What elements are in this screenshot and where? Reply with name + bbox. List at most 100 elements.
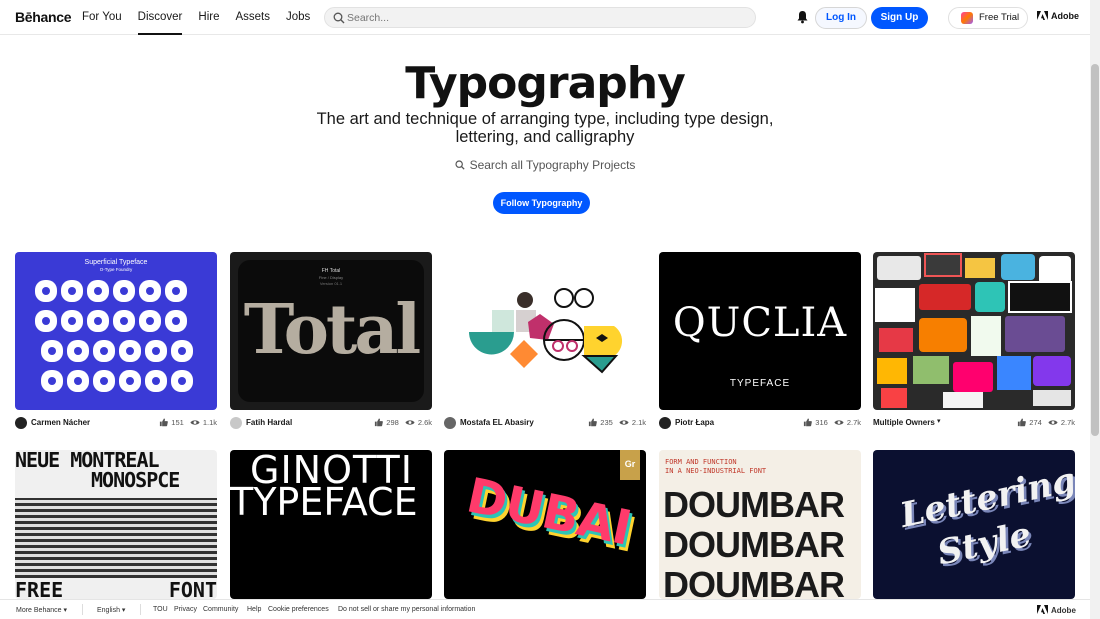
thumb-word-repeat: DOUMBAR (663, 524, 845, 565)
language-label: English (97, 607, 120, 614)
owner-name[interactable]: Multiple Owners (873, 418, 935, 427)
thumb-word-repeat: DOUMBAR (663, 564, 845, 600)
like-count: 151 (171, 418, 184, 427)
project-stats: 316 2.7k (803, 418, 861, 427)
adobe-logo-icon (1037, 11, 1048, 20)
like-count: 274 (1029, 418, 1042, 427)
login-button[interactable]: Log In (815, 7, 867, 29)
project-stats: 274 2.7k (1017, 418, 1075, 427)
badge-label: Gr (624, 459, 636, 469)
avatar[interactable] (659, 417, 671, 429)
project-stats: 151 1.1k (159, 418, 217, 427)
project-thumbnail[interactable]: GINOTTI TYPEFACE (230, 450, 432, 599)
thumb-title: FH Total (321, 268, 341, 274)
badge-gr: Gr (620, 450, 640, 480)
eye-icon (619, 420, 629, 425)
eye-icon (1048, 420, 1058, 425)
notification-bell-icon[interactable] (796, 10, 809, 24)
search-typography-label: Search all Typography Projects (469, 158, 636, 172)
like-count: 298 (386, 418, 399, 427)
thumb-word-3: FREE (15, 578, 64, 599)
page-scrollbar[interactable] (1090, 0, 1100, 619)
project-thumbnail[interactable] (444, 252, 646, 410)
nav-assets[interactable]: Assets (235, 0, 270, 35)
footer-link-cookie-preferences[interactable]: Cookie preferences (268, 606, 329, 613)
owner-name[interactable]: Carmen Nácher (31, 418, 90, 427)
thumb-word-2: MONOSPCE (91, 468, 180, 492)
avatar[interactable] (444, 417, 456, 429)
owner-name[interactable]: Mostafa EL Abasiry (460, 418, 534, 427)
project-thumbnail[interactable]: Superficial Typeface O-Type Foundry (15, 252, 217, 410)
project-thumbnail[interactable]: NEUE MONTREAL MONOSPCE FREE FONT (15, 450, 217, 599)
project-meta: Mostafa EL Abasiry 235 2.1k (444, 416, 646, 430)
thumb-subtitle-2: Version 01.1 (319, 281, 343, 286)
thumb-subtitle: O-Type Foundry (99, 267, 133, 272)
thumb-word: DOUMBAR (663, 484, 845, 525)
more-behance-label: More Behance (16, 607, 62, 614)
search-icon (454, 160, 465, 170)
adobe-label: Adobe (1051, 11, 1079, 21)
behance-logo[interactable]: Bēhance (15, 9, 72, 25)
scrollbar-thumb[interactable] (1091, 64, 1099, 436)
view-count: 2.7k (1060, 418, 1075, 427)
project-thumbnail[interactable]: Lettering Style (873, 450, 1075, 599)
thumb-title: Superficial Typeface (84, 259, 148, 266)
footer-link-community[interactable]: Community (203, 606, 238, 613)
footer-link-privacy[interactable]: Privacy (174, 606, 197, 613)
project-thumbnail[interactable] (873, 252, 1075, 410)
footer: More Behance ▾ English ▾ TOU Privacy Com… (0, 599, 1090, 619)
top-navigation-bar: Bēhance For You Discover Hire Assets Job… (0, 0, 1090, 35)
chevron-down-icon[interactable]: ▾ (937, 417, 941, 425)
footer-link-help[interactable]: Help (247, 606, 261, 613)
sticker-collage-artwork (875, 253, 1072, 408)
avatar[interactable] (15, 417, 27, 429)
project-thumbnail[interactable]: FH Total Fine / Display Version 01.1 Tot… (230, 252, 432, 410)
more-behance-menu[interactable]: More Behance ▾ (16, 606, 67, 614)
footer-adobe-link[interactable]: Adobe (1037, 605, 1076, 615)
thumbs-up-icon (1018, 418, 1027, 427)
owner-name[interactable]: Piotr Łapa (675, 418, 714, 427)
footer-adobe-label: Adobe (1051, 606, 1076, 615)
view-count: 1.1k (202, 418, 217, 427)
thumbs-up-icon (375, 418, 384, 427)
thumb-word-2: TYPEFACE (230, 480, 418, 524)
search-input[interactable] (347, 10, 747, 26)
project-meta: Fatih Hardal 298 2.6k (230, 416, 432, 430)
view-count: 2.6k (417, 418, 432, 427)
search-typography-link[interactable]: Search all Typography Projects (0, 158, 1090, 172)
adobe-link[interactable]: Adobe (1037, 11, 1079, 21)
search-icon (333, 12, 345, 24)
eye-icon (834, 420, 844, 425)
nav-discover[interactable]: Discover (137, 0, 183, 35)
nav-jobs[interactable]: Jobs (286, 0, 310, 35)
thumb-subtitle-2: IN A NEO-INDUSTRIAL FONT (665, 467, 767, 475)
thumbs-up-icon (804, 418, 813, 427)
thumb-subtitle: Fine / Display (318, 275, 344, 280)
free-trial-label: Free Trial (979, 12, 1020, 23)
view-count: 2.1k (631, 418, 646, 427)
thumb-word: DUBAI (461, 467, 636, 557)
footer-link-do-not-sell[interactable]: Do not sell or share my personal informa… (338, 606, 475, 613)
footer-link-tou[interactable]: TOU (153, 606, 168, 613)
project-meta: Multiple Owners ▾ 274 2.7k (873, 416, 1075, 430)
free-trial-button[interactable]: Free Trial (948, 7, 1028, 29)
bubble-letters-artwork (35, 280, 193, 392)
signup-button[interactable]: Sign Up (871, 7, 928, 29)
adobe-logo-icon (1037, 605, 1048, 614)
language-selector[interactable]: English ▾ (97, 606, 125, 614)
avatar[interactable] (230, 417, 242, 429)
nav-hire[interactable]: Hire (198, 0, 219, 35)
follow-typography-button[interactable]: Follow Typography (493, 192, 590, 214)
project-thumbnail[interactable]: Gr DUBAI (444, 450, 646, 599)
project-thumbnail[interactable]: QUCLIA TYPEFACE (659, 252, 861, 410)
project-stats: 298 2.6k (374, 418, 432, 427)
search-bar[interactable] (324, 7, 756, 28)
thumbs-up-icon (160, 418, 169, 427)
owner-name[interactable]: Fatih Hardal (246, 418, 292, 427)
project-meta: Piotr Łapa 316 2.7k (659, 416, 861, 430)
geometric-shapes-artwork (469, 288, 623, 374)
nav-for-you[interactable]: For You (82, 0, 122, 35)
thumb-word: NEUE MONTREAL (15, 450, 160, 472)
project-thumbnail[interactable]: FORM AND FUNCTION IN A NEO-INDUSTRIAL FO… (659, 450, 861, 599)
eye-icon (405, 420, 415, 425)
